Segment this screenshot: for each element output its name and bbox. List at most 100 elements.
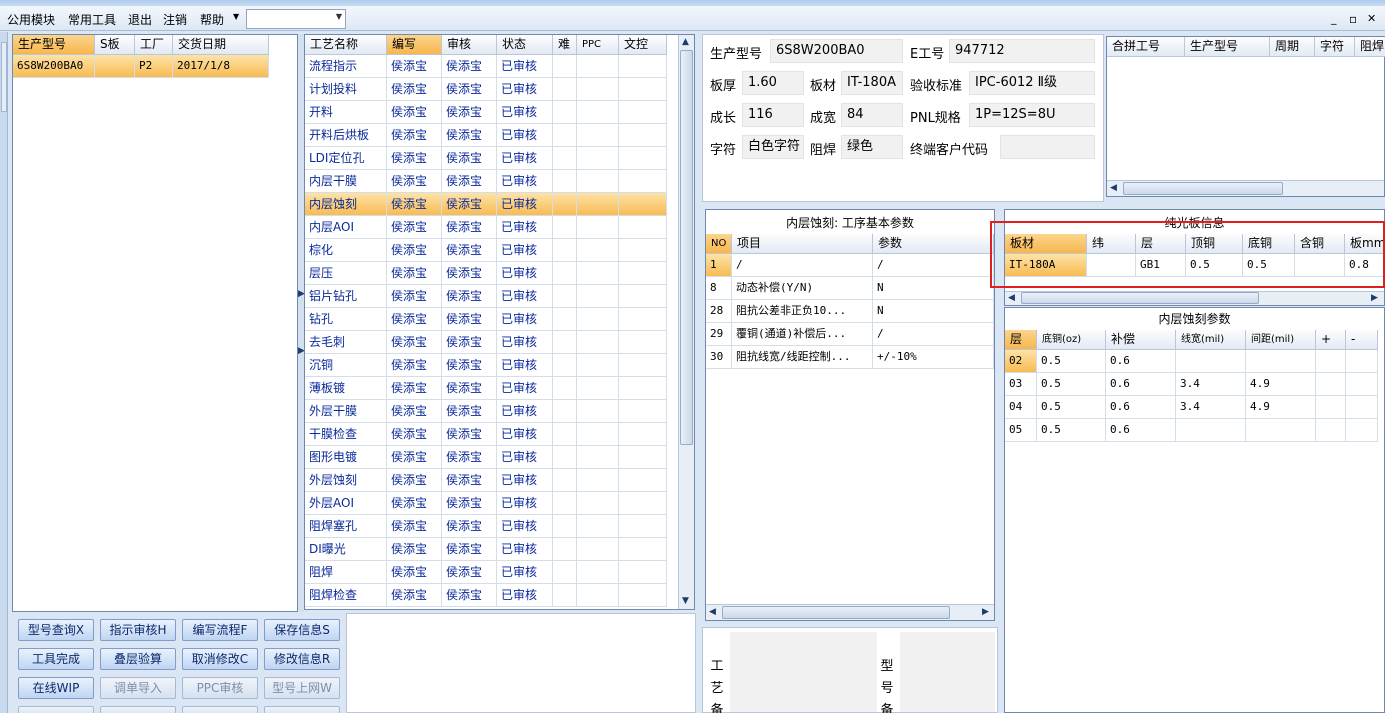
column-header[interactable]: 状态 xyxy=(497,35,553,55)
process-row[interactable]: 开料后烘板 侯添宝 侯添宝 已审核 xyxy=(305,124,667,147)
collapse-tab[interactable] xyxy=(1,42,7,112)
action-button[interactable]: 型号查询X xyxy=(18,619,94,641)
column-header[interactable]: 生产型号 xyxy=(1185,37,1270,57)
standard-field[interactable]: IPC-6012 Ⅱ级 xyxy=(969,71,1095,95)
minimize-icon[interactable]: _ xyxy=(1331,12,1337,25)
column-header[interactable]: 审核 xyxy=(442,35,497,55)
process-row[interactable]: 阻焊 侯添宝 侯添宝 已审核 xyxy=(305,561,667,584)
close-icon[interactable]: ✕ xyxy=(1367,12,1376,25)
column-header[interactable]: 编写 xyxy=(387,35,442,55)
column-header[interactable]: + xyxy=(1316,330,1346,350)
process-row[interactable]: 薄板镀 侯添宝 侯添宝 已审核 xyxy=(305,377,667,400)
pnl-field[interactable]: 1P=12S=8U xyxy=(969,103,1095,127)
action-button[interactable]: 叠层验算 xyxy=(100,648,176,670)
column-header[interactable]: 项目 xyxy=(732,234,873,254)
thickness-field[interactable]: 1.60 xyxy=(742,71,804,95)
process-row[interactable]: 外层AOI 侯添宝 侯添宝 已审核 xyxy=(305,492,667,515)
column-header[interactable]: NO xyxy=(706,234,732,254)
process-row[interactable]: 外层蚀刻 侯添宝 侯添宝 已审核 xyxy=(305,469,667,492)
column-header[interactable]: 工厂 xyxy=(135,35,173,55)
column-header[interactable]: PPC xyxy=(577,35,619,55)
menu-help[interactable]: 帮助 xyxy=(200,11,224,28)
param-row[interactable]: 28 阻抗公差非正负10... N xyxy=(706,300,994,323)
etch-row[interactable]: 02 0.5 0.6 xyxy=(1005,350,1378,373)
column-header[interactable]: 补偿 xyxy=(1106,330,1176,350)
soldermask-field[interactable]: 绿色 xyxy=(841,135,903,159)
scroll-right-icon[interactable]: ▶ xyxy=(982,607,989,617)
process-row[interactable]: 内层AOI 侯添宝 侯添宝 已审核 xyxy=(305,216,667,239)
process-row[interactable]: 沉铜 侯添宝 侯添宝 已审核 xyxy=(305,354,667,377)
customer-code-field[interactable] xyxy=(1000,135,1095,159)
column-header[interactable]: 间距(mil) xyxy=(1246,330,1316,350)
menu-combo-box[interactable]: ▼ xyxy=(246,9,346,29)
process-row[interactable]: 阻焊塞孔 侯添宝 侯添宝 已审核 xyxy=(305,515,667,538)
column-header[interactable]: 生产型号 xyxy=(13,35,95,55)
menu-common-tools[interactable]: 常用工具 xyxy=(68,11,116,28)
process-row[interactable]: 开料 侯添宝 侯添宝 已审核 xyxy=(305,101,667,124)
action-button[interactable]: 取消修改C xyxy=(182,648,258,670)
column-header[interactable]: 阻焊 xyxy=(1355,37,1385,57)
scroll-thumb[interactable] xyxy=(722,606,950,619)
column-header[interactable]: S板 xyxy=(95,35,135,55)
scroll-left-icon[interactable]: ◀ xyxy=(1110,183,1117,193)
column-header[interactable]: 合拼工号 xyxy=(1107,37,1185,57)
process-row[interactable]: 计划投料 侯添宝 侯添宝 已审核 xyxy=(305,78,667,101)
merge-grid-hscroll[interactable]: ◀ xyxy=(1107,180,1384,196)
column-header[interactable]: 交货日期 xyxy=(173,35,269,55)
width-field[interactable]: 84 xyxy=(841,103,903,127)
board-info-hscroll[interactable]: ◀ ▶ xyxy=(1005,291,1384,305)
column-header[interactable]: 线宽(mil) xyxy=(1176,330,1246,350)
scroll-thumb[interactable] xyxy=(1123,182,1283,195)
length-field[interactable]: 116 xyxy=(742,103,804,127)
column-header[interactable]: 底铜(oz) xyxy=(1037,330,1106,350)
action-button[interactable]: 修改信息R xyxy=(264,648,340,670)
scroll-thumb[interactable] xyxy=(1021,292,1259,304)
character-field[interactable]: 白色字符 xyxy=(742,135,804,159)
column-header[interactable]: 层 xyxy=(1005,330,1037,350)
process-row[interactable]: LDI定位孔 侯添宝 侯添宝 已审核 xyxy=(305,147,667,170)
process-row[interactable]: 干膜检查 侯添宝 侯添宝 已审核 xyxy=(305,423,667,446)
action-button[interactable]: 在线WIP xyxy=(18,677,94,699)
param-row[interactable]: 29 覆铜(通道)补偿后... / xyxy=(706,323,994,346)
left-collapse-bar[interactable] xyxy=(0,32,8,713)
column-header[interactable]: 字符 xyxy=(1315,37,1355,57)
param-row[interactable]: 8 动态补偿(Y/N) N xyxy=(706,277,994,300)
scroll-left-icon[interactable]: ◀ xyxy=(1008,293,1015,303)
param-row[interactable]: 1// xyxy=(706,254,994,277)
process-row[interactable]: 棕化 侯添宝 侯添宝 已审核 xyxy=(305,239,667,262)
column-header[interactable]: 参数 xyxy=(873,234,994,254)
process-row[interactable]: 钻孔 侯添宝 侯添宝 已审核 xyxy=(305,308,667,331)
process-row[interactable]: 外层干膜 侯添宝 侯添宝 已审核 xyxy=(305,400,667,423)
restore-icon[interactable]: ▫ xyxy=(1349,12,1357,26)
column-header[interactable]: 难 xyxy=(553,35,577,55)
scroll-right-icon[interactable]: ▶ xyxy=(1371,293,1378,303)
etch-row[interactable]: 04 0.5 0.6 3.4 4.9 xyxy=(1005,396,1378,419)
process-row[interactable]: 内层蚀刻 侯添宝 侯添宝 已审核 xyxy=(305,193,667,216)
column-header[interactable]: 周期 xyxy=(1270,37,1315,57)
scroll-left-icon[interactable]: ◀ xyxy=(709,607,716,617)
process-params-hscroll[interactable]: ◀ ▶ xyxy=(706,604,994,620)
etch-row[interactable]: 03 0.5 0.6 3.4 4.9 xyxy=(1005,373,1378,396)
column-header[interactable]: - xyxy=(1346,330,1378,350)
scroll-thumb[interactable] xyxy=(680,50,693,445)
menu-public-modules[interactable]: 公用模块 xyxy=(7,11,55,28)
model-field[interactable]: 6S8W200BA0 xyxy=(770,39,903,63)
model-note-field[interactable] xyxy=(900,632,995,712)
column-header[interactable]: 文控 xyxy=(619,35,667,55)
process-row[interactable]: 铝片钻孔 侯添宝 侯添宝 已审核 xyxy=(305,285,667,308)
process-row[interactable]: DI曝光 侯添宝 侯添宝 已审核 xyxy=(305,538,667,561)
model-row[interactable]: 6S8W200BA0 P2 2017/1/8 xyxy=(13,55,269,78)
menu-logout[interactable]: 注销 xyxy=(163,11,187,28)
action-button[interactable]: 保存信息S xyxy=(264,619,340,641)
column-header[interactable]: 工艺名称 xyxy=(305,35,387,55)
param-row[interactable]: 30 阻抗线宽/线距控制... +/-10% xyxy=(706,346,994,369)
process-row[interactable]: 去毛刺 侯添宝 侯添宝 已审核 xyxy=(305,331,667,354)
menu-overflow-icon[interactable]: ▼ xyxy=(233,12,239,21)
process-row[interactable]: 内层干膜 侯添宝 侯添宝 已审核 xyxy=(305,170,667,193)
process-note-field[interactable] xyxy=(730,632,877,712)
material-field[interactable]: IT-180A xyxy=(841,71,903,95)
eno-field[interactable]: 947712 xyxy=(949,39,1095,63)
process-row[interactable]: 阻焊检查 侯添宝 侯添宝 已审核 xyxy=(305,584,667,607)
action-button[interactable]: 指示审核H xyxy=(100,619,176,641)
action-button[interactable]: 编写流程F xyxy=(182,619,258,641)
